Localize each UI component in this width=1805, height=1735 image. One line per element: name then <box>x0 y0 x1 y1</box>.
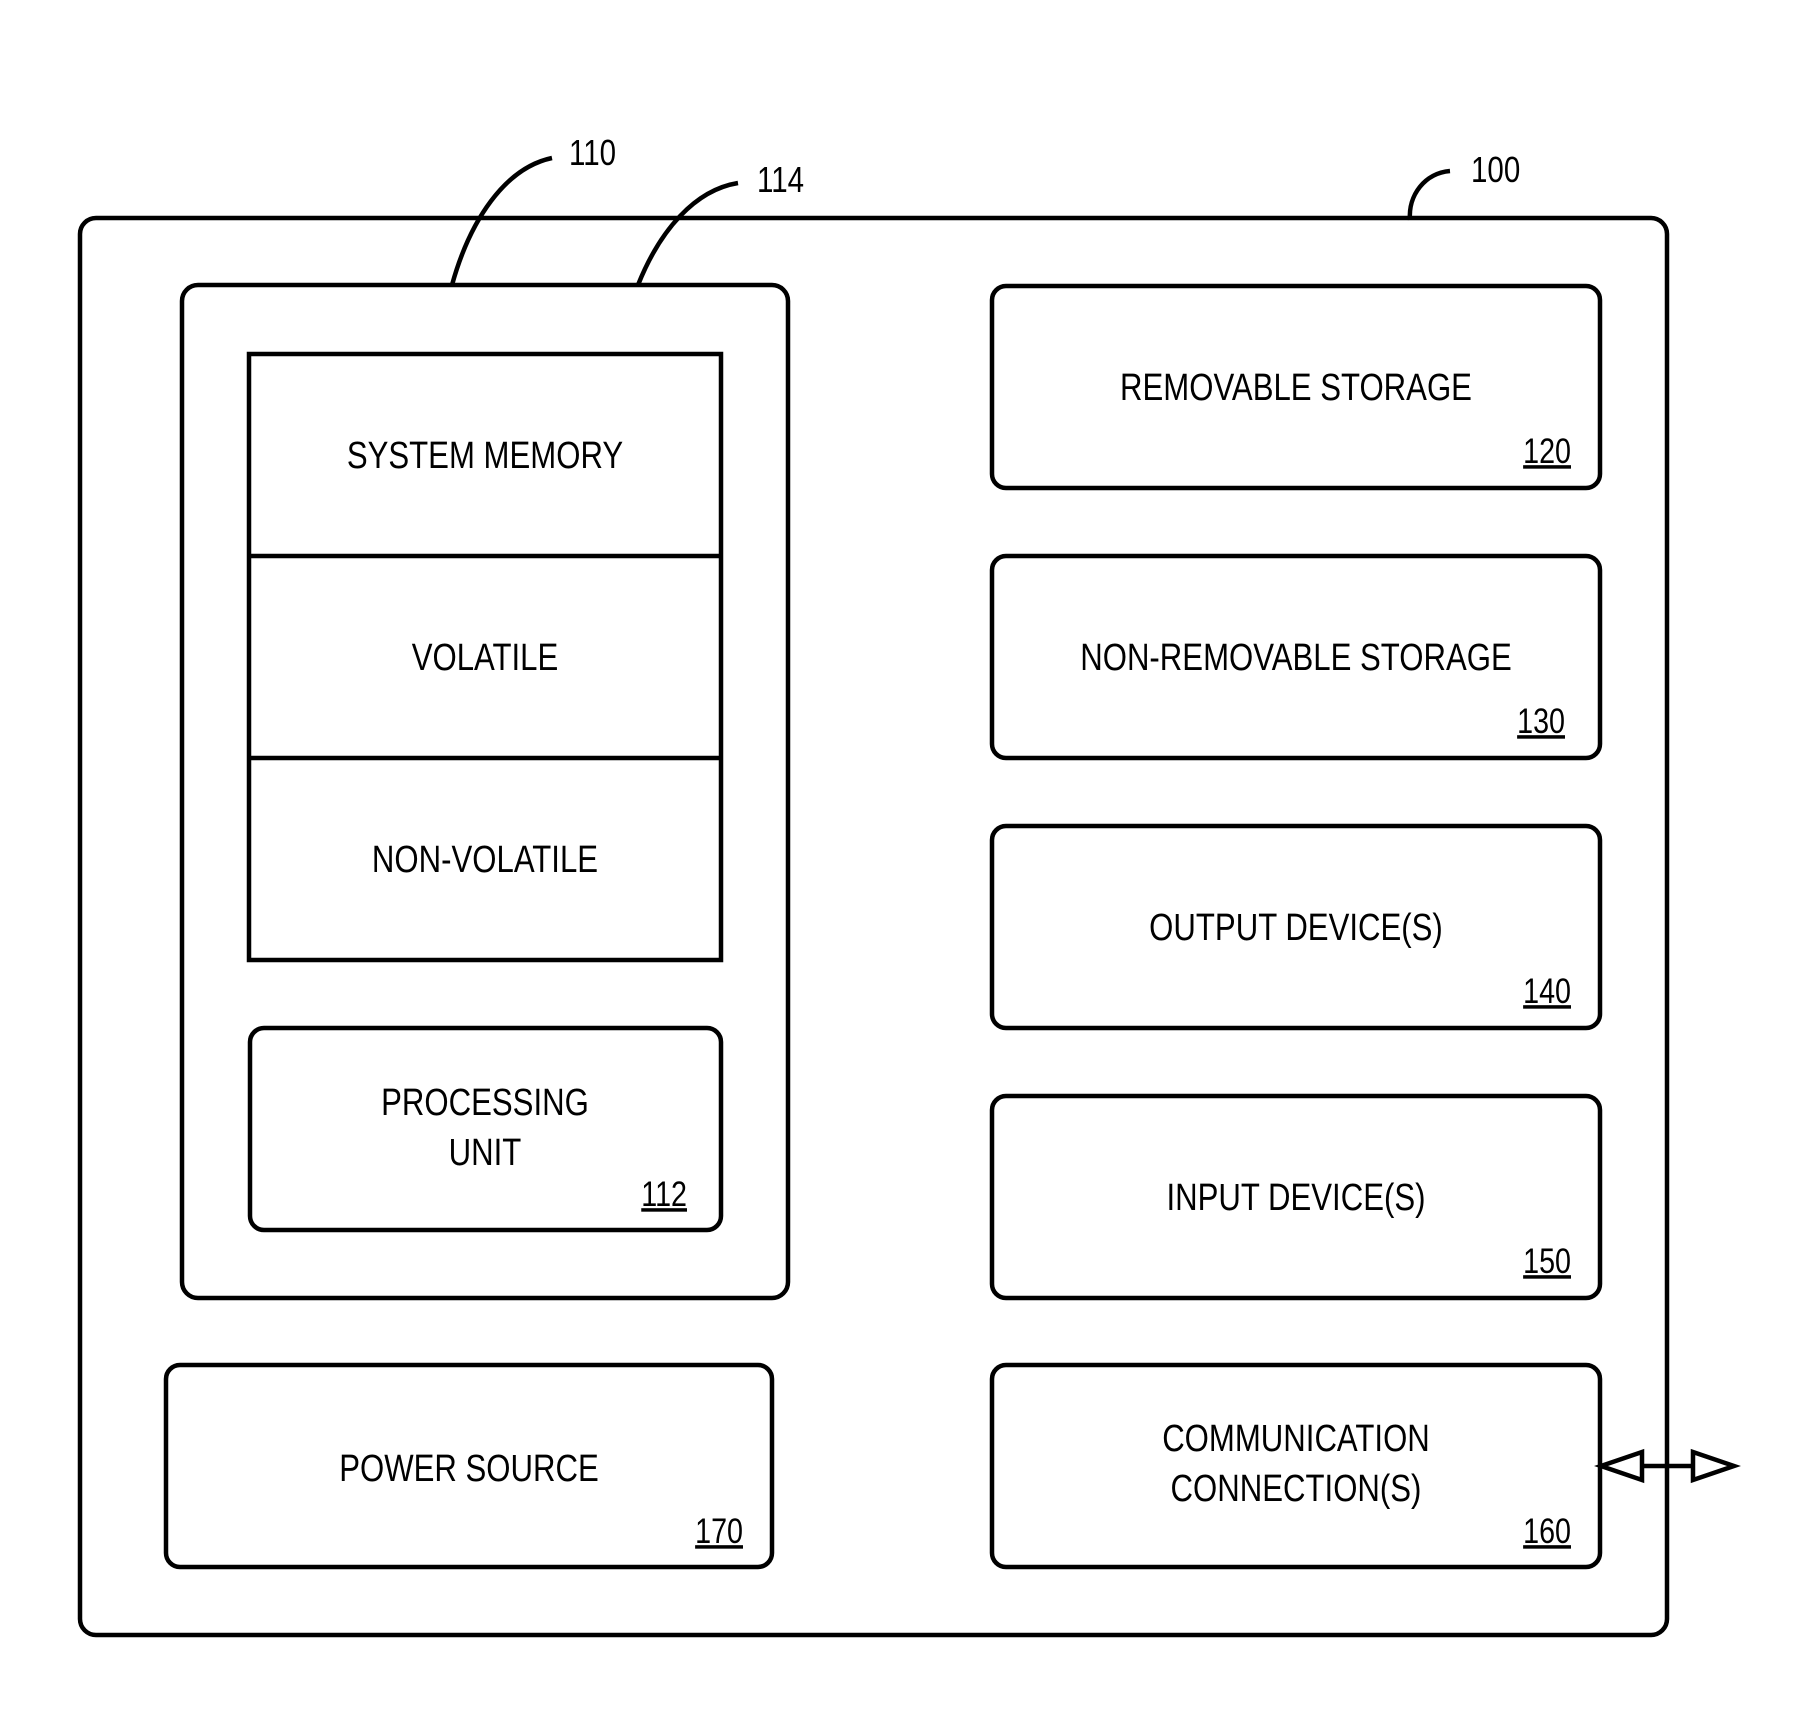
memory-row-label: NON-VOLATILE <box>372 839 598 881</box>
processing-unit-label: PROCESSING <box>381 1082 589 1124</box>
processing-unit-label: UNIT <box>449 1132 522 1174</box>
power-source-ref: 170 <box>695 1511 743 1550</box>
output-devices-ref: 140 <box>1523 971 1571 1010</box>
non-removable-storage-label: NON-REMOVABLE STORAGE <box>1080 637 1512 679</box>
memory-group-ref: 110 <box>569 132 616 172</box>
communication-connections-ref: 160 <box>1523 1511 1571 1550</box>
communication-connections-box <box>989 1362 1603 1570</box>
processing-unit-ref: 112 <box>641 1174 687 1213</box>
power-source-label: POWER SOURCE <box>339 1448 599 1490</box>
block-diagram: 100 110 114 SYSTEM MEMORY VOLATILE NON-V… <box>77 132 1741 1638</box>
memory-leader-line <box>635 180 739 286</box>
input-devices-ref: 150 <box>1523 1241 1571 1280</box>
removable-storage-ref: 120 <box>1523 431 1571 470</box>
input-devices-label: INPUT DEVICE(S) <box>1166 1177 1425 1219</box>
communication-connections-label: CONNECTION(S) <box>1171 1468 1422 1510</box>
memory-row-label: VOLATILE <box>412 637 559 679</box>
memory-ref: 114 <box>757 159 804 199</box>
device-leader-line <box>1407 168 1451 221</box>
output-devices-label: OUTPUT DEVICE(S) <box>1149 907 1443 949</box>
memory-group-leader-line <box>449 155 553 286</box>
removable-storage-label: REMOVABLE STORAGE <box>1120 367 1472 409</box>
device-ref: 100 <box>1471 149 1520 189</box>
communication-connections-label: COMMUNICATION <box>1162 1418 1430 1460</box>
non-removable-storage-ref: 130 <box>1517 701 1565 740</box>
memory-row-label: SYSTEM MEMORY <box>347 435 623 477</box>
